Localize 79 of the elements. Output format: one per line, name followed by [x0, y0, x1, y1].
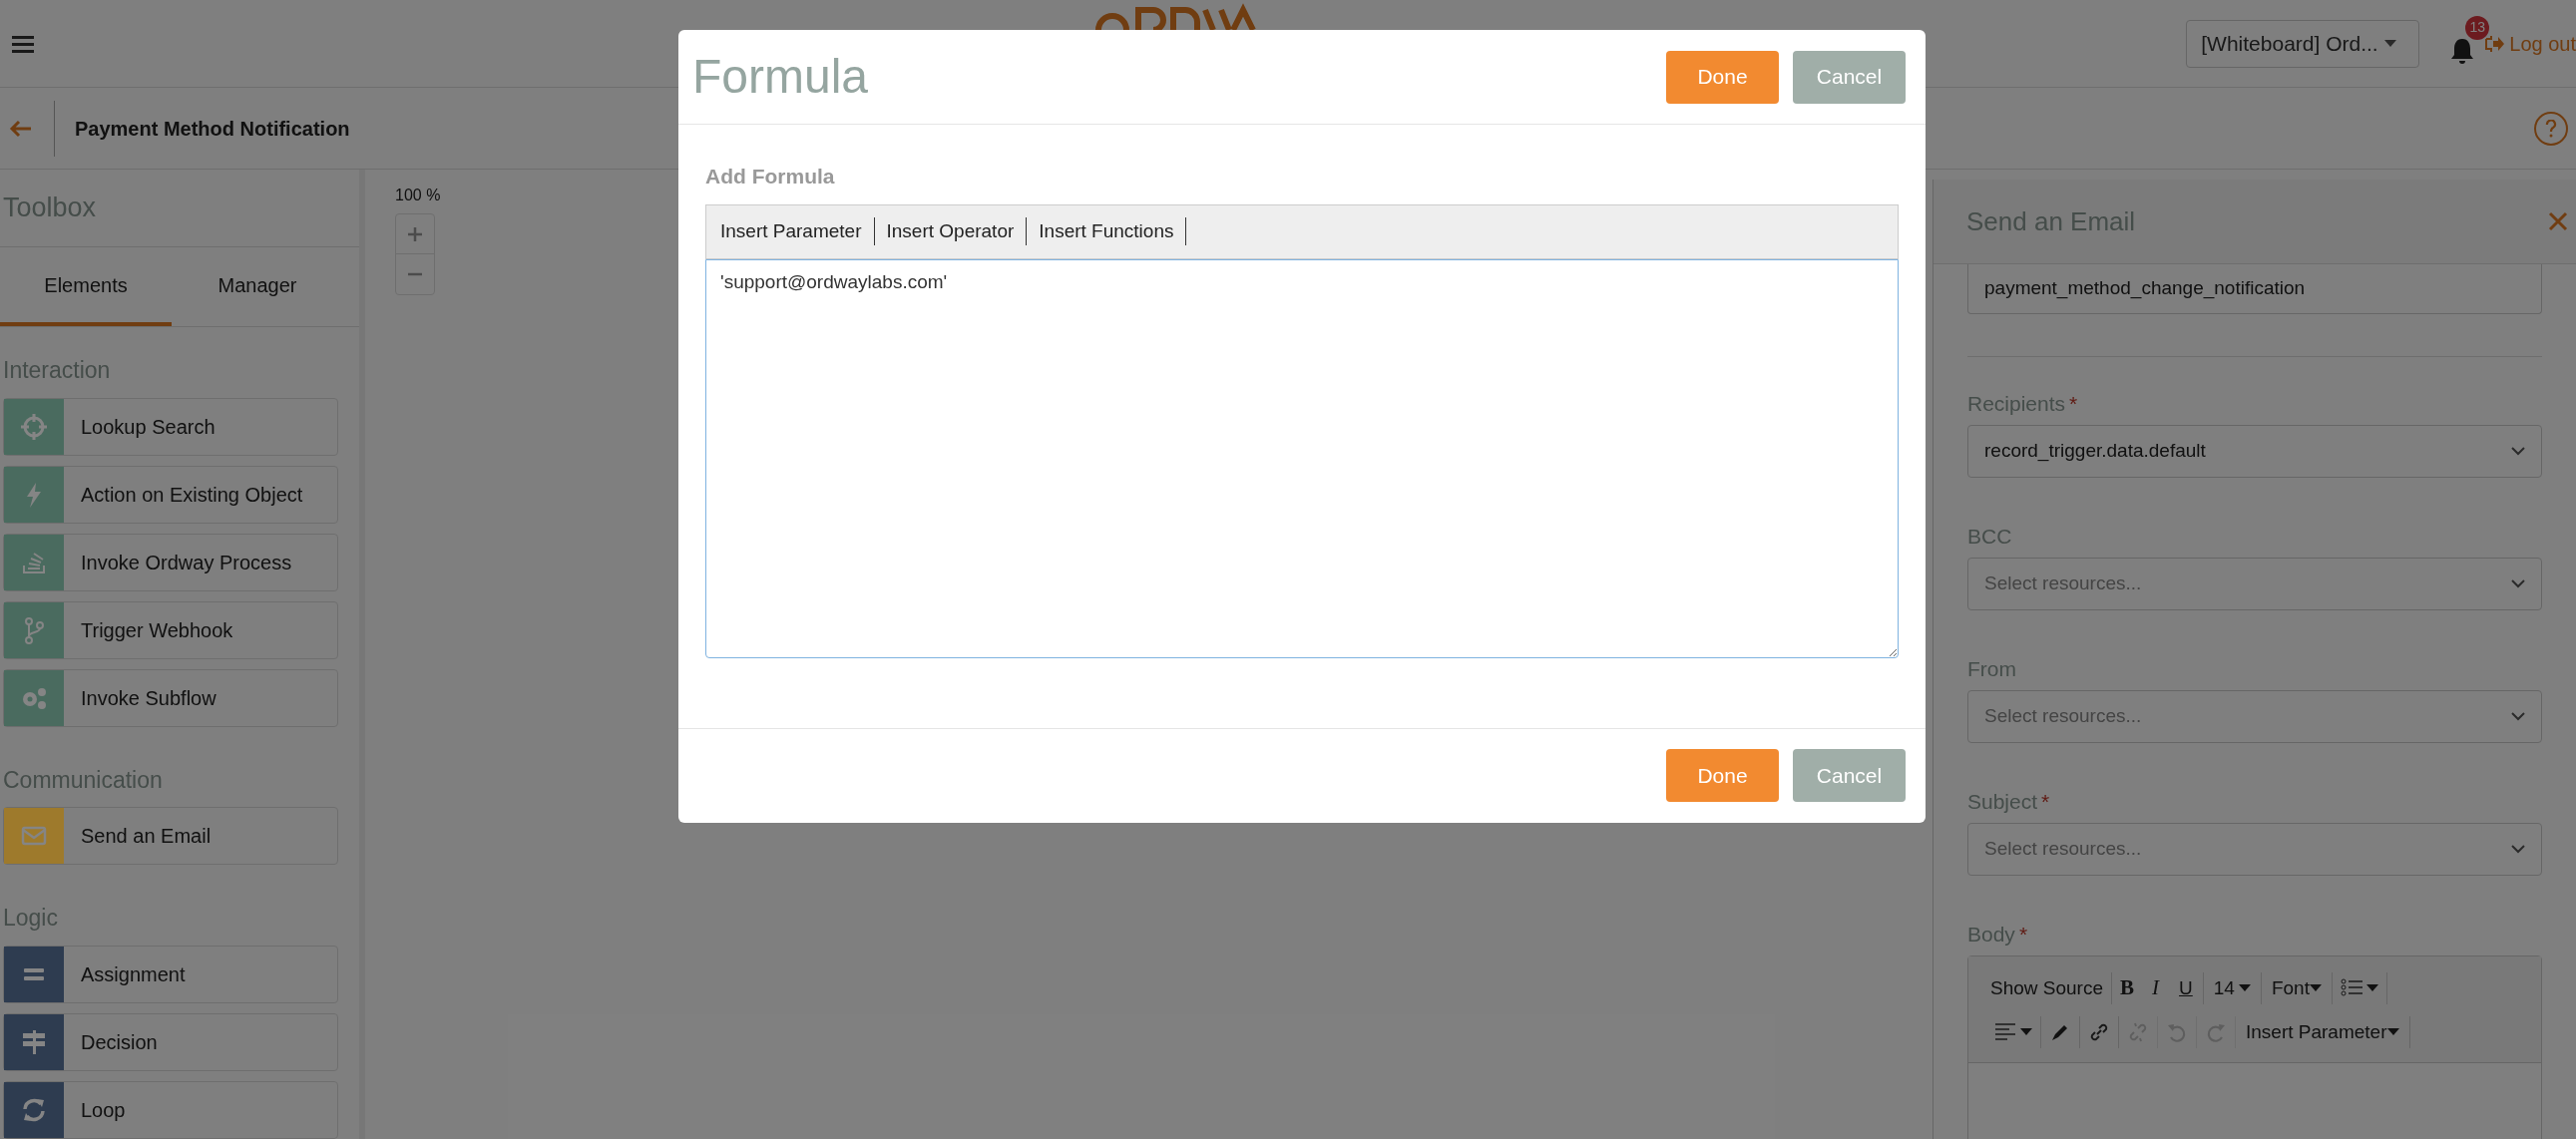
toolbox-title: Toolbox — [3, 191, 97, 225]
item-label: Trigger Webhook — [81, 617, 233, 643]
caret-icon — [2365, 984, 2378, 992]
section-heading: Interaction — [3, 356, 112, 385]
item-label: Invoke Ordway Process — [81, 550, 292, 575]
plus-icon — [407, 225, 423, 242]
item-label: Send an Email — [81, 824, 212, 849]
toolbox-tab[interactable]: Elements — [0, 247, 172, 326]
section-heading: Logic — [3, 904, 59, 933]
field-label: From — [1967, 656, 2016, 683]
toolbox-tab[interactable]: Manager — [172, 247, 343, 326]
formula-menu-button[interactable]: Insert Parameter — [720, 217, 875, 245]
field-label: BCC — [1967, 524, 2012, 551]
field-label: Recipients — [1967, 391, 2066, 418]
close-button[interactable] — [2546, 209, 2570, 233]
toolbox-item[interactable]: Assignment — [3, 945, 338, 1003]
item-label: Lookup Search — [81, 414, 215, 440]
toolbox-item[interactable]: Lookup Search — [3, 397, 338, 456]
required-mark: * — [2069, 391, 2078, 418]
help-button[interactable] — [2534, 111, 2568, 146]
italic-button[interactable]: I — [2142, 972, 2170, 1004]
chevron-down-icon — [2511, 579, 2525, 588]
select-field[interactable]: Select resources... — [1967, 558, 2542, 610]
formula-menu-button[interactable]: Insert Operator — [886, 217, 1028, 245]
toolbox-item[interactable]: Action on Existing Object — [3, 465, 338, 524]
name-field[interactable]: payment_method_change_notification — [1967, 264, 2542, 314]
bell-icon — [2450, 37, 2475, 64]
caret-icon — [2020, 1028, 2032, 1036]
zoom-level: 100 % — [395, 186, 442, 205]
item-label: Action on Existing Object — [81, 482, 303, 508]
underline-button[interactable]: U — [2169, 972, 2204, 1004]
bold-button[interactable]: B — [2112, 972, 2143, 1004]
toolbox-item[interactable]: Invoke Ordway Process — [3, 533, 338, 591]
item-label: Invoke Subflow — [81, 685, 216, 711]
dialog-title: Formula — [692, 49, 869, 105]
logout-icon — [2485, 34, 2506, 53]
field-label: Subject — [1967, 789, 2038, 816]
toolbox-item[interactable]: Invoke Subflow — [3, 668, 338, 727]
toolbox-item[interactable]: Decision — [3, 1012, 338, 1071]
select-field[interactable]: Select resources... — [1967, 690, 2542, 743]
section-label: Add Formula — [705, 164, 836, 190]
item-label: Decision — [81, 1029, 158, 1055]
show-source-button[interactable]: Show Source — [1986, 972, 2112, 1004]
done-button[interactable]: Done — [1666, 50, 1779, 104]
crosshair-icon — [20, 412, 48, 441]
field-label: Body — [1967, 922, 2015, 949]
help-icon — [2545, 119, 2557, 138]
item-label: Assignment — [81, 961, 186, 987]
required-mark: * — [2018, 922, 2028, 949]
caret-icon — [2309, 984, 2322, 992]
caret-icon — [2238, 984, 2251, 992]
chevron-down-icon — [2511, 712, 2525, 721]
back-arrow-icon — [9, 119, 31, 138]
align-icon — [1994, 1021, 2016, 1043]
link-icon — [2088, 1021, 2110, 1043]
section-heading: Communication — [3, 765, 164, 795]
account-select[interactable]: [Whiteboard] Ord... — [2186, 19, 2420, 68]
chevron-down-icon — [2511, 845, 2525, 854]
caret-icon — [2386, 1028, 2399, 1036]
done-button[interactable]: Done — [1666, 749, 1779, 802]
close-icon — [2548, 211, 2568, 231]
dropdown-button[interactable]: Font — [2261, 972, 2333, 1004]
select-field[interactable]: Select resources... — [1967, 823, 2542, 876]
list-icon — [2340, 977, 2362, 999]
dropdown-button[interactable]: Insert Parameter — [2236, 1016, 2410, 1048]
formula-input[interactable]: 'support@ordwaylabs.com' — [705, 258, 1899, 658]
notification-badge: 13 — [2465, 15, 2490, 40]
chevron-down-icon — [2511, 447, 2525, 456]
select-field[interactable]: record_trigger.data.default — [1967, 425, 2542, 478]
formula-menu-button[interactable]: Insert Functions — [1039, 217, 1187, 245]
signpost-icon — [20, 1027, 48, 1056]
page-title: Payment Method Notification — [75, 116, 350, 142]
toolbox-item[interactable]: Trigger Webhook — [3, 600, 338, 659]
menu-icon — [12, 33, 34, 54]
dropdown-button[interactable]: 14 — [2203, 972, 2262, 1004]
caret-icon — [2383, 39, 2396, 48]
toolbox-item[interactable]: Send an Email — [3, 807, 338, 865]
item-label: Loop — [81, 1097, 126, 1123]
required-mark: * — [2041, 789, 2050, 816]
